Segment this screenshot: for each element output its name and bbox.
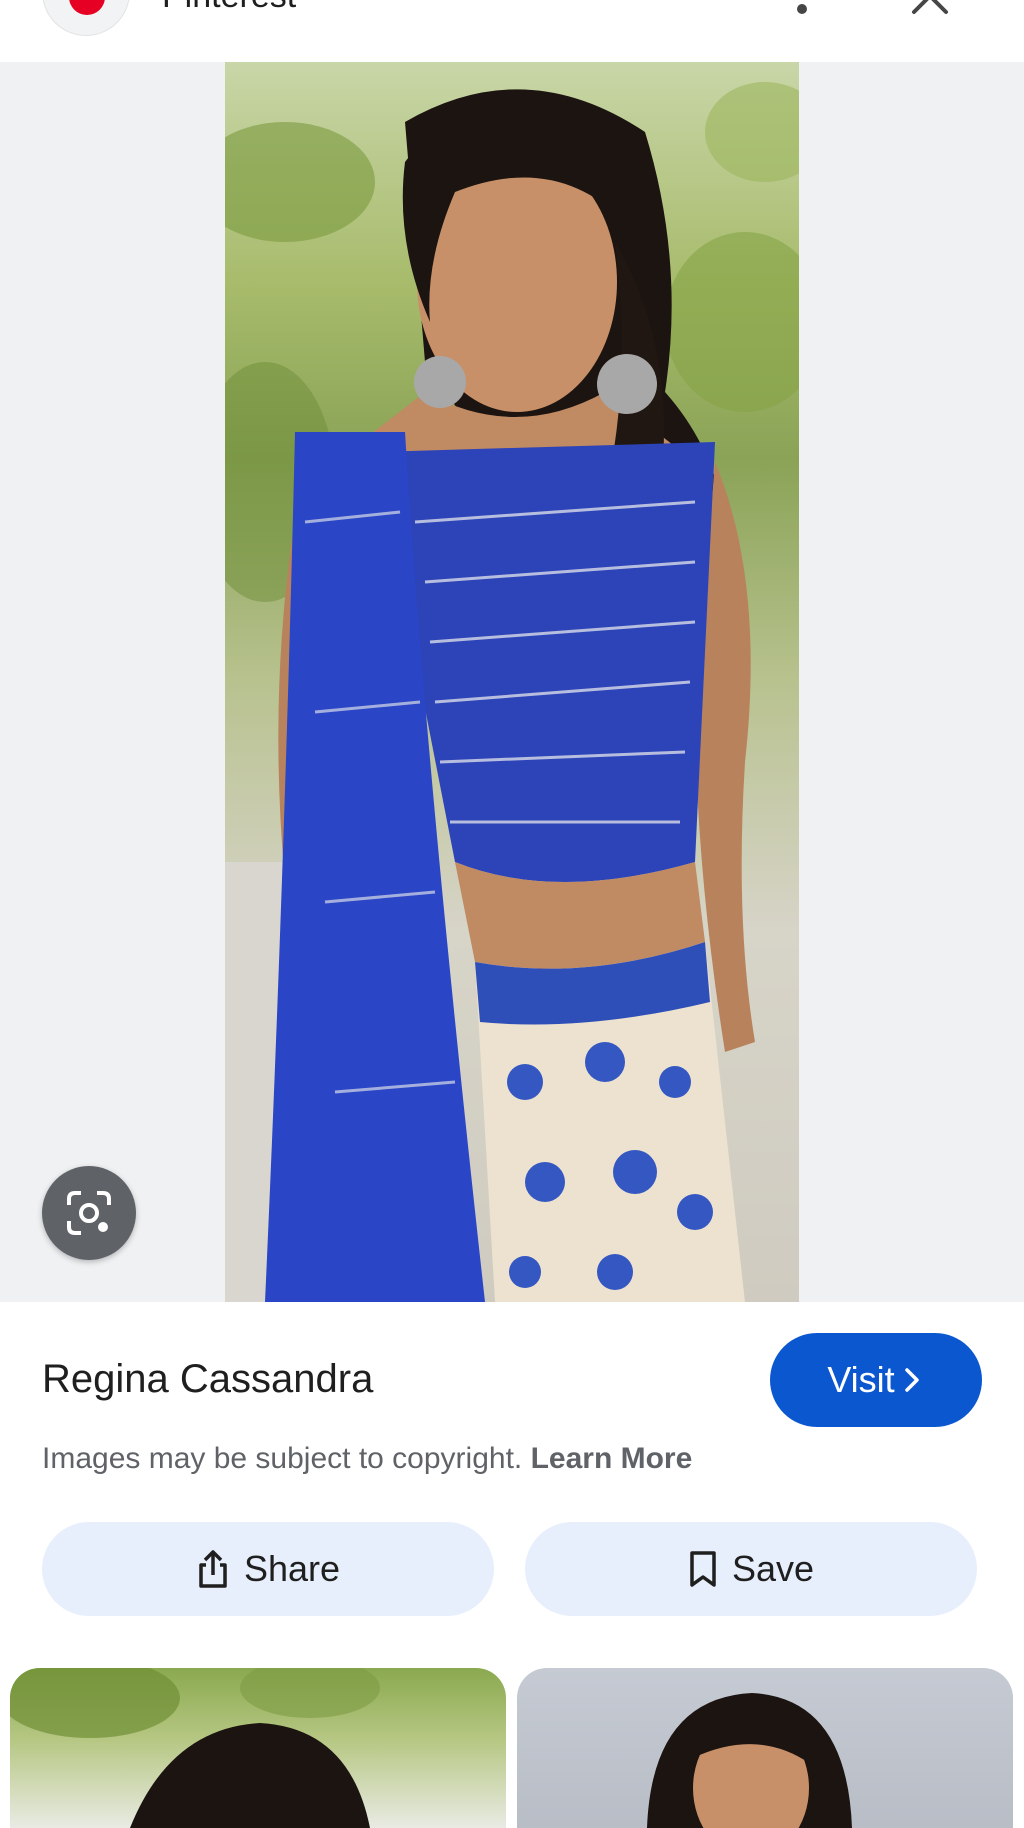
save-label: Save (731, 1548, 815, 1589)
share-label: Share (243, 1548, 341, 1589)
bookmark-icon (690, 1551, 716, 1587)
more-vert-icon[interactable] (795, 0, 809, 20)
close-icon[interactable] (906, 0, 954, 16)
image-viewer (0, 62, 1024, 1302)
visit-label: Visit (827, 1359, 895, 1400)
google-lens-icon[interactable] (42, 1166, 136, 1260)
save-button[interactable]: Save (525, 1522, 977, 1616)
related-image[interactable] (10, 1668, 506, 1828)
pinterest-logo-mark (69, 0, 105, 15)
copyright-notice: Images may be subject to copyright. Lear… (42, 1440, 692, 1478)
chevron-right-icon (904, 1368, 919, 1392)
share-icon (199, 1550, 227, 1588)
main-image[interactable] (225, 62, 799, 1302)
copyright-text: Images may be subject to copyright. (42, 1442, 523, 1475)
learn-more-link[interactable]: Learn More (531, 1442, 693, 1475)
top-bar: Pinterest (0, 0, 1024, 62)
source-name[interactable]: Pinterest (162, 0, 296, 16)
related-image[interactable] (517, 1668, 1013, 1828)
pinterest-logo[interactable] (42, 0, 130, 36)
image-title[interactable]: Regina Cassandra (42, 1352, 373, 1406)
visit-button[interactable]: Visit (770, 1333, 982, 1427)
share-button[interactable]: Share (42, 1522, 494, 1616)
